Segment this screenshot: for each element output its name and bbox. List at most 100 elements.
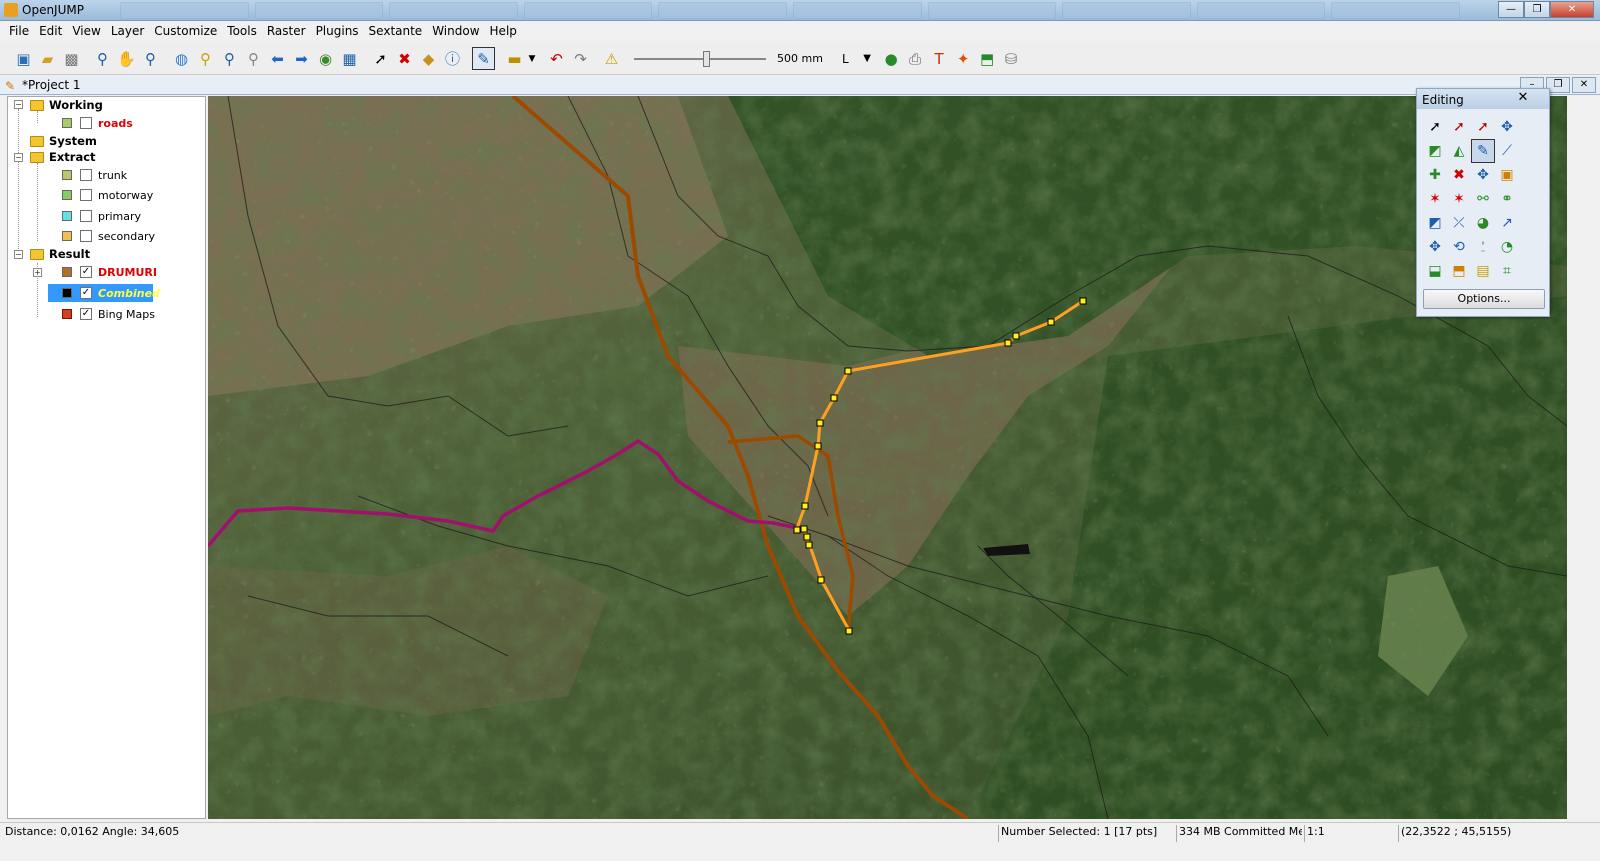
pan-icon[interactable]: ✋ (115, 47, 138, 70)
cube-icon[interactable]: ◆ (417, 47, 440, 70)
menu-file[interactable]: File (4, 22, 34, 42)
node-icon[interactable]: ◔ (1495, 235, 1519, 259)
menu-sextante[interactable]: Sextante (364, 22, 428, 42)
add-point-icon[interactable]: ✚ (1423, 163, 1447, 187)
paste-icon[interactable]: ⬓ (1423, 259, 1447, 283)
menu-tools[interactable]: Tools (222, 22, 262, 42)
minimize-button[interactable]: — (1498, 1, 1524, 18)
zoom-slider[interactable] (630, 47, 770, 71)
layer-drumuri[interactable]: ✓ DRUMURI (62, 263, 157, 281)
layer-roads[interactable]: roads (62, 114, 133, 132)
select-icon[interactable]: ➚ (369, 47, 392, 70)
zoom-to-selection-icon[interactable]: ⚲ (194, 47, 217, 70)
collapse-extract-icon[interactable]: − (14, 153, 23, 162)
zoom-window-icon[interactable]: ⚲ (139, 47, 162, 70)
close-button[interactable]: ✕ (1550, 1, 1594, 18)
layer-visibility-checkbox[interactable]: ✓ (80, 287, 92, 299)
select-parts-icon[interactable]: ➚ (1447, 115, 1471, 139)
category-result[interactable]: Result (30, 245, 90, 263)
project-close-button[interactable]: ✕ (1572, 77, 1596, 93)
layer-visibility-checkbox[interactable] (80, 117, 92, 129)
zoom-previous-icon[interactable]: ⚲ (218, 47, 241, 70)
maximize-button[interactable]: ❐ (1524, 1, 1550, 18)
wfs-icon[interactable]: ⬒ (976, 47, 999, 70)
map-svg[interactable] (208, 96, 1567, 819)
zoom-next-icon[interactable]: ⚲ (242, 47, 265, 70)
move-selected-icon[interactable]: ✥ (1495, 115, 1519, 139)
menu-layer[interactable]: Layer (106, 22, 149, 42)
layer-secondary[interactable]: secondary (62, 227, 155, 245)
menu-help[interactable]: Help (485, 22, 522, 42)
map-canvas[interactable] (208, 96, 1567, 819)
layer-visibility-checkbox[interactable] (80, 189, 92, 201)
draw-linestring-icon[interactable]: ✎ (1471, 139, 1495, 163)
draw-line-icon[interactable]: ⟋ (1495, 139, 1519, 163)
layer-visibility-checkbox[interactable]: ✓ (80, 266, 92, 278)
paint-icon[interactable]: ▤ (1471, 259, 1495, 283)
print-icon[interactable]: ⎙ (904, 47, 927, 70)
menu-window[interactable]: Window (427, 22, 484, 42)
scale-icon[interactable]: ◕ (1471, 211, 1495, 235)
select-features-icon[interactable]: ➚ (1423, 115, 1447, 139)
delete-icon[interactable]: ✖ (393, 47, 416, 70)
layer-visibility-checkbox[interactable]: ✓ (80, 308, 92, 320)
editing-options-button[interactable]: Options... (1423, 289, 1545, 309)
reshape-icon[interactable]: ◩ (1423, 211, 1447, 235)
editing-close-button[interactable]: ✕ (1505, 90, 1541, 106)
open-project-icon[interactable]: ▰ (36, 47, 59, 70)
layer-visibility-checkbox[interactable] (80, 230, 92, 242)
layer-visibility-checkbox[interactable] (80, 169, 92, 181)
select-linestrings-icon[interactable]: ➚ (1471, 115, 1495, 139)
layer-primary[interactable]: primary (62, 207, 141, 225)
layer-visibility-checkbox[interactable] (80, 210, 92, 222)
menu-raster[interactable]: Raster (262, 22, 311, 42)
info-icon[interactable]: ⓘ (441, 47, 464, 70)
full-extent-icon[interactable]: ◍ (170, 47, 193, 70)
collapse-result-icon[interactable]: − (14, 250, 23, 259)
move-vertex-icon[interactable]: ✥ (1471, 163, 1495, 187)
measure-dropdown-icon[interactable]: ▼ (527, 47, 537, 70)
measure-icon[interactable]: ▬ (503, 47, 526, 70)
database-icon[interactable]: ⛁ (1000, 47, 1023, 70)
category-working[interactable]: Working (30, 96, 103, 114)
status-memory[interactable]: 334 MB Committed Me... (1176, 825, 1302, 842)
shape-icon[interactable]: ✦ (952, 47, 975, 70)
move-icon[interactable]: ✥ (1423, 235, 1447, 259)
layer-combined[interactable]: ✓ Combined (62, 284, 160, 302)
draw-polygon-icon[interactable]: ◩ (1423, 139, 1447, 163)
join-icon[interactable]: ⚭ (1495, 187, 1519, 211)
auto-complete-icon[interactable]: ✶ (1447, 187, 1471, 211)
menu-view[interactable]: View (67, 22, 105, 42)
menu-edit[interactable]: Edit (34, 22, 67, 42)
undo-icon[interactable]: ↶ (545, 47, 568, 70)
trim-icon[interactable]: ⌗ (1495, 259, 1519, 283)
measure-length-icon[interactable]: ⍘ (1471, 235, 1495, 259)
layer-trunk[interactable]: trunk (62, 166, 127, 184)
copy-icon[interactable]: ⬒ (1447, 259, 1471, 283)
menu-customize[interactable]: Customize (149, 22, 222, 42)
menu-plugins[interactable]: Plugins (311, 22, 364, 42)
draw-rectangle-icon[interactable]: ◭ (1447, 139, 1471, 163)
rotate-icon[interactable]: ⤫ (1447, 211, 1471, 235)
snap-icon[interactable]: ✶ (1423, 187, 1447, 211)
redo-icon[interactable]: ↷ (569, 47, 592, 70)
save-project-icon[interactable]: ▩ (60, 47, 83, 70)
style-dropdown-icon[interactable]: ▼ (856, 47, 879, 70)
extend-icon[interactable]: ↗ (1495, 211, 1519, 235)
zoom-in-icon[interactable]: ⚲ (91, 47, 114, 70)
expand-drumuri-icon[interactable]: + (33, 268, 42, 277)
editing-toolbox-icon[interactable]: ✎ (472, 47, 495, 70)
zoom-fence-icon[interactable]: ◉ (314, 47, 337, 70)
layer-bing-maps[interactable]: ✓ Bing Maps (62, 305, 155, 323)
add-wms-icon[interactable]: ● (880, 47, 903, 70)
category-extract[interactable]: Extract (30, 148, 96, 166)
layer-motorway[interactable]: motorway (62, 186, 153, 204)
split-line-icon[interactable]: ⚯ (1471, 187, 1495, 211)
previous-view-icon[interactable]: ⬅ (266, 47, 289, 70)
delete-vertex-icon[interactable]: ✖ (1447, 163, 1471, 187)
cut-icon[interactable]: ⟲ (1447, 235, 1471, 259)
collapse-working-icon[interactable]: − (14, 100, 23, 109)
new-project-icon[interactable]: ▣ (12, 47, 35, 70)
fill-polygon-icon[interactable]: ▣ (1495, 163, 1519, 187)
text-label-icon[interactable]: T (928, 47, 951, 70)
